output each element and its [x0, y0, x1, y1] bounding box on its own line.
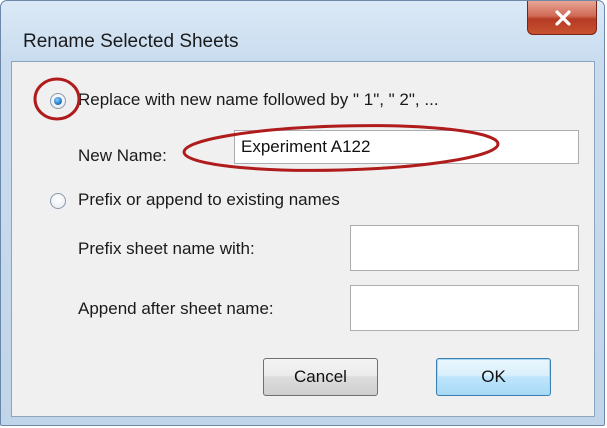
- prefix-append-option-label[interactable]: Prefix or append to existing names: [78, 190, 340, 210]
- window-title: Rename Selected Sheets: [23, 31, 239, 52]
- append-input[interactable]: [350, 285, 579, 331]
- close-button[interactable]: [527, 1, 597, 35]
- dialog-window: Rename Selected Sheets Replace with new …: [0, 0, 605, 426]
- prefix-label: Prefix sheet name with:: [78, 239, 255, 258]
- prefix-append-radio[interactable]: [50, 193, 66, 209]
- replace-option-label[interactable]: Replace with new name followed by " 1", …: [78, 90, 439, 110]
- title-bar[interactable]: Rename Selected Sheets: [1, 1, 604, 61]
- radio-selected-dot: [54, 97, 62, 105]
- new-name-label: New Name:: [78, 146, 167, 165]
- new-name-input[interactable]: [234, 130, 579, 164]
- replace-radio[interactable]: [50, 93, 66, 109]
- ok-button[interactable]: OK: [436, 358, 551, 396]
- prefix-input[interactable]: [350, 225, 579, 271]
- cancel-button[interactable]: Cancel: [263, 358, 378, 396]
- append-label: Append after sheet name:: [78, 299, 274, 318]
- dialog-body: Replace with new name followed by " 1", …: [11, 61, 595, 417]
- close-icon: [555, 10, 571, 26]
